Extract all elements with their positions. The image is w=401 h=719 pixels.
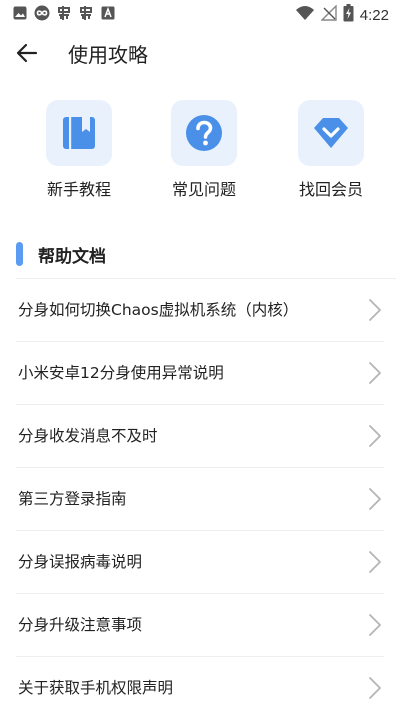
status-bar-left <box>12 5 116 21</box>
chevron-right-icon <box>369 488 381 510</box>
recover-membership-button[interactable]: 找回会员 <box>281 100 381 200</box>
list-item-label: 分身误报病毒说明 <box>18 553 143 571</box>
chevron-right-icon <box>369 614 381 636</box>
signal-off-icon <box>320 4 337 25</box>
help-list: 分身如何切换Chaos虚拟机系统（内核） 小米安卓12分身使用异常说明 分身收发… <box>0 279 401 719</box>
recover-membership-label: 找回会员 <box>298 180 363 199</box>
faq-icon-box <box>171 100 237 166</box>
battery-charging-icon <box>343 4 354 26</box>
diamond-icon <box>314 118 348 148</box>
tutorial-button[interactable]: 新手教程 <box>29 100 129 200</box>
section-accent-bar <box>16 242 23 266</box>
list-item-label: 分身如何切换Chaos虚拟机系统（内核） <box>18 301 299 319</box>
faq-button[interactable]: 常见问题 <box>154 100 254 200</box>
list-item[interactable]: 分身升级注意事项 <box>16 594 384 657</box>
help-docs-section-header: 帮助文档 <box>16 240 396 270</box>
a-icon <box>100 5 116 21</box>
faq-label: 常见问题 <box>171 180 236 199</box>
list-item[interactable]: 分身误报病毒说明 <box>16 531 384 594</box>
list-item[interactable]: 小米安卓12分身使用异常说明 <box>16 342 384 405</box>
section-title: 帮助文档 <box>38 247 106 267</box>
status-bar-right: 4:22 <box>295 4 389 26</box>
list-item[interactable]: 分身如何切换Chaos虚拟机系统（内核） <box>16 279 384 342</box>
chevron-right-icon <box>369 362 381 384</box>
recover-membership-icon-box <box>298 100 364 166</box>
list-item-label: 第三方登录指南 <box>18 490 127 508</box>
infinity-icon <box>34 5 50 21</box>
back-button[interactable] <box>14 40 40 66</box>
tutorial-label: 新手教程 <box>46 180 111 199</box>
list-item-label: 分身收发消息不及时 <box>18 427 158 445</box>
image-icon <box>12 5 28 21</box>
app-header: 使用攻略 <box>0 28 401 78</box>
list-item-label: 关于获取手机权限声明 <box>18 679 174 697</box>
list-item-label: 分身升级注意事项 <box>18 616 143 634</box>
status-time: 4:22 <box>359 6 389 24</box>
wifi-icon <box>295 5 315 25</box>
bug-icon <box>56 5 72 21</box>
tutorial-icon-box <box>46 100 112 166</box>
chevron-right-icon <box>369 425 381 447</box>
bug-icon <box>78 5 94 21</box>
chevron-right-icon <box>369 677 381 699</box>
chevron-right-icon <box>369 551 381 573</box>
list-item[interactable]: 第三方登录指南 <box>16 468 384 531</box>
arrow-left-icon <box>16 43 38 63</box>
status-bar: 4:22 <box>0 0 401 28</box>
question-icon <box>186 115 222 151</box>
book-icon <box>63 117 95 149</box>
quick-actions: 新手教程 常见问题 找回会员 <box>0 100 401 200</box>
list-item[interactable]: 分身收发消息不及时 <box>16 405 384 468</box>
list-item[interactable]: 关于获取手机权限声明 <box>16 657 384 719</box>
chevron-right-icon <box>369 299 381 321</box>
list-item-label: 小米安卓12分身使用异常说明 <box>18 364 224 382</box>
page-title: 使用攻略 <box>68 43 148 67</box>
